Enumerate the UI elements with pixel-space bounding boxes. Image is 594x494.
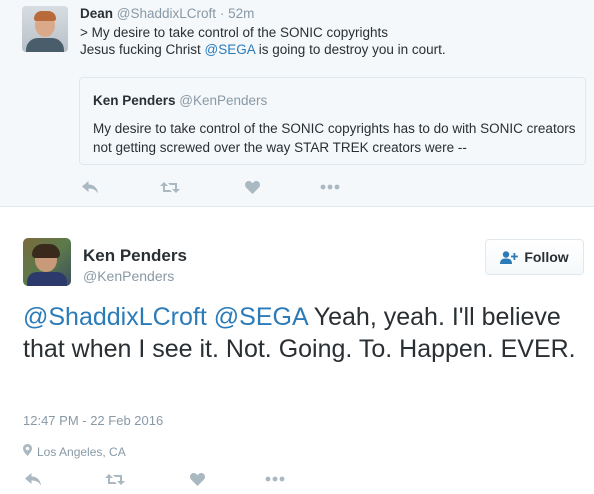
text-segment: Jesus fucking Christ — [80, 42, 205, 57]
reply-icon[interactable] — [80, 178, 100, 196]
tweet-location[interactable]: Los Angeles, CA — [23, 444, 126, 459]
text-segment: is going to destroy you in court. — [255, 42, 446, 57]
location-label: Los Angeles, CA — [37, 444, 126, 459]
more-icon[interactable] — [265, 470, 285, 488]
like-icon[interactable] — [187, 470, 207, 488]
quoted-tweet-header: Ken Penders @KenPenders — [93, 93, 267, 108]
tweet-actions — [23, 470, 313, 490]
separator-dot: · — [219, 6, 225, 21]
parent-author-handle[interactable]: @ShaddixLCroft — [117, 6, 216, 21]
like-icon[interactable] — [242, 178, 262, 196]
more-icon[interactable] — [320, 178, 340, 196]
parent-tweet-line-2: Jesus fucking Christ @SEGA is going to d… — [80, 41, 446, 58]
parent-tweet-header: Dean @ShaddixLCroft · 52m — [80, 6, 254, 21]
parent-tweet-text: > My desire to take control of the SONIC… — [80, 24, 446, 58]
parent-tweet-actions — [80, 178, 370, 196]
add-user-icon — [500, 250, 519, 264]
follow-label: Follow — [524, 249, 569, 265]
author-handle[interactable]: @KenPenders — [83, 268, 174, 284]
retweet-icon[interactable] — [105, 470, 125, 488]
mention-link[interactable]: @SEGA — [205, 42, 255, 57]
retweet-icon[interactable] — [160, 178, 180, 196]
quoted-tweet-text: My desire to take control of the SONIC c… — [93, 121, 576, 155]
parent-tweet[interactable]: Dean @ShaddixLCroft · 52m > My desire to… — [0, 0, 594, 207]
reply-icon[interactable] — [23, 470, 43, 488]
parent-tweet-line-1: > My desire to take control of the SONIC… — [80, 25, 389, 40]
quoted-tweet[interactable]: Ken Penders @KenPenders My desire to tak… — [79, 77, 586, 165]
parent-tweet-time[interactable]: 52m — [228, 6, 254, 21]
avatar[interactable] — [23, 238, 71, 286]
author-name[interactable]: Ken Penders — [83, 246, 187, 266]
quoted-author-handle: @KenPenders — [179, 93, 268, 108]
mention-link[interactable]: @ShaddixLCroft — [23, 303, 207, 331]
tweet-text: @ShaddixLCroft @SEGA Yeah, yeah. I'll be… — [23, 301, 583, 365]
quoted-author-name: Ken Penders — [93, 93, 176, 108]
parent-author-name[interactable]: Dean — [80, 6, 113, 21]
follow-button[interactable]: Follow — [485, 239, 584, 275]
tweet-timestamp[interactable]: 12:47 PM - 22 Feb 2016 — [23, 413, 163, 428]
avatar[interactable] — [22, 6, 68, 52]
location-pin-icon — [23, 444, 32, 459]
mention-link[interactable]: @SEGA — [214, 303, 307, 331]
